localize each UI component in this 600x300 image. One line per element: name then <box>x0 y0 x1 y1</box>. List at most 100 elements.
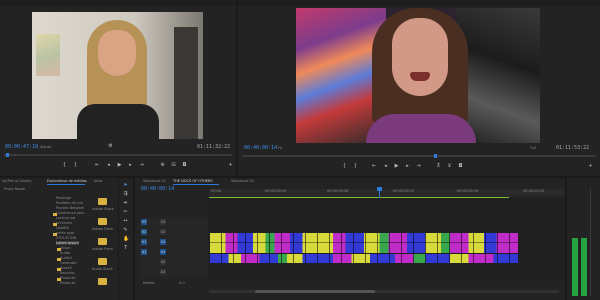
program-zoom-select[interactable]: Fit <box>278 146 282 150</box>
tree-item[interactable]: Prolonge <box>56 196 71 200</box>
extract-icon[interactable]: ⊻ <box>447 164 452 169</box>
program-add-button-icon[interactable]: + <box>588 164 593 169</box>
tree-item[interactable]: STOLID DIN <box>56 236 76 240</box>
folder-icon <box>57 268 61 271</box>
media-browser-tab[interactable]: Explorateur de médias <box>47 179 87 183</box>
info-tab[interactable]: Infos <box>94 179 102 183</box>
sequence-tab[interactable]: Sequence 01 <box>143 179 166 183</box>
tree-item[interactable]: Archivers <box>56 221 72 225</box>
project-panel-left-tab[interactable]: ng Pan e/ Library <box>2 179 32 183</box>
tree-item[interactable]: Portfolio for pro <box>56 201 83 205</box>
program-mark-out-icon[interactable]: } <box>353 164 358 169</box>
doorway <box>174 27 198 139</box>
playhead-handle[interactable] <box>377 187 382 191</box>
tree-item[interactable]: Alison <box>60 246 71 250</box>
person-face <box>98 30 136 76</box>
mark-in-icon[interactable]: { <box>62 163 67 168</box>
play-icon[interactable]: ▶ <box>117 163 122 168</box>
go-to-out-icon[interactable]: ⇥ <box>139 163 144 168</box>
source-monitor: 00:00:47:18 Adjust 01:11:32:22 ⚙ { } ⇤ ◂… <box>0 0 236 176</box>
source-video-frame <box>32 12 203 139</box>
pen-tool-icon[interactable]: ✎ <box>123 228 128 233</box>
tree-item[interactable]: Gerondes <box>60 261 77 265</box>
ruler-label: 00:40:00:20 <box>523 189 545 193</box>
bin-folder-icon[interactable] <box>98 218 107 225</box>
track-target-button[interactable]: V3 <box>141 219 147 225</box>
track-header-v3[interactable]: V3 V3 <box>140 218 208 227</box>
insert-icon[interactable]: ⊕ <box>160 163 165 168</box>
selection-tool-icon[interactable]: ➤ <box>123 183 128 188</box>
tree-item[interactable]: Audio1 <box>60 256 72 260</box>
go-to-in-icon[interactable]: ⇤ <box>95 163 100 168</box>
tree-item[interactable]: Listofte <box>56 226 69 230</box>
bin-folder-icon[interactable] <box>98 258 107 265</box>
mark-out-icon[interactable]: } <box>73 163 78 168</box>
source-timecode[interactable]: 00:00:47:18 <box>5 144 38 150</box>
program-go-to-out-icon[interactable]: ⇥ <box>416 164 421 169</box>
timeline-timecode[interactable]: 00:40:00:14 <box>141 186 174 192</box>
source-scrub-bar[interactable] <box>4 154 232 156</box>
program-step-forward-icon[interactable]: ▸ <box>405 164 410 169</box>
tree-item[interactable]: Photo de <box>60 276 75 280</box>
timeline-ruler[interactable] <box>209 189 565 196</box>
overwrite-icon[interactable]: ⊟ <box>171 163 176 168</box>
track-header-a2[interactable]: A2 <box>140 258 208 267</box>
program-monitor: 00:40:00:14 Fit Full 01:11:53:22 { } ⇤ ◂… <box>238 0 600 176</box>
track-header-a1[interactable]: A1 A1 <box>140 248 208 257</box>
ripple-edit-icon[interactable]: ⇹ <box>123 201 128 206</box>
timeline-scroll-thumb[interactable] <box>255 290 375 293</box>
program-timecode[interactable]: 00:40:00:14 <box>244 145 277 151</box>
master-label: Master <box>143 281 155 285</box>
program-go-to-in-icon[interactable]: ⇤ <box>372 164 377 169</box>
track-header-v1[interactable]: V1 V1 <box>140 238 208 247</box>
lift-icon[interactable]: ⊼ <box>436 164 441 169</box>
tree-item[interactable]: Commence Jaun <box>56 211 85 215</box>
source-add-button-icon[interactable]: + <box>228 163 233 168</box>
tree-item-selected[interactable]: Lorem Ipsum <box>56 241 79 245</box>
track-header-v2[interactable]: V2 V2 <box>140 228 208 237</box>
track-label: A1 <box>160 249 166 255</box>
presenter-shirt <box>366 114 476 143</box>
bin-folder-icon[interactable] <box>98 278 107 285</box>
program-play-icon[interactable]: ▶ <box>394 164 399 169</box>
wall-painting <box>36 34 60 76</box>
program-duration: 01:11:53:22 <box>556 145 590 151</box>
program-quality-select[interactable]: Full <box>530 146 536 150</box>
tree-item[interactable]: Proxies Network <box>56 206 84 210</box>
slip-tool-icon[interactable]: ↔ <box>123 219 128 224</box>
tree-item[interactable]: white spot <box>56 231 74 235</box>
track-select-icon[interactable]: ⇶ <box>123 192 128 197</box>
track-target-button[interactable]: A1 <box>141 249 147 255</box>
razor-tool-icon[interactable]: ✂ <box>123 210 128 215</box>
source-zoom-select[interactable]: Adjust <box>40 145 51 149</box>
sequence-tab-active[interactable]: THE DOCS OF OTHERS <box>173 179 213 183</box>
bin-folder-icon[interactable] <box>98 198 107 205</box>
program-playhead[interactable] <box>434 154 437 158</box>
track-header-a3[interactable]: A3 <box>140 268 208 277</box>
folder-icon <box>53 213 57 216</box>
tree-item[interactable]: Stock2 <box>60 266 72 270</box>
program-mark-in-icon[interactable]: { <box>342 164 347 169</box>
step-forward-icon[interactable]: ▸ <box>128 163 133 168</box>
hand-tool-icon[interactable]: ✋ <box>123 237 129 242</box>
tree-item[interactable]: Raccolts <box>60 271 75 275</box>
tree-item[interactable]: Audio <box>60 251 70 255</box>
export-frame-icon[interactable]: ◘ <box>182 163 187 168</box>
wrench-icon[interactable]: ⚙ <box>108 144 113 149</box>
program-scrub-bar[interactable] <box>242 155 596 157</box>
source-monitor-tabbar <box>0 0 236 6</box>
bin-folder-icon[interactable] <box>98 238 107 245</box>
source-playhead[interactable] <box>6 153 9 157</box>
master-volume[interactable]: 0.0 <box>179 281 185 285</box>
track-target-button[interactable]: V2 <box>141 229 147 235</box>
track-target-button[interactable]: V1 <box>141 239 147 245</box>
sequence-tab-2[interactable]: Sequence 02 <box>231 179 254 183</box>
step-back-icon[interactable]: ◂ <box>106 163 111 168</box>
bin-label: Adobe Stock <box>92 207 114 211</box>
program-export-frame-icon[interactable]: ◘ <box>458 164 463 169</box>
type-tool-icon[interactable]: T <box>123 246 128 251</box>
tree-item[interactable]: Photo de <box>60 281 75 285</box>
tree-item[interactable]: Lecture vol <box>56 216 75 220</box>
folder-icon <box>57 248 61 251</box>
program-step-back-icon[interactable]: ◂ <box>383 164 388 169</box>
